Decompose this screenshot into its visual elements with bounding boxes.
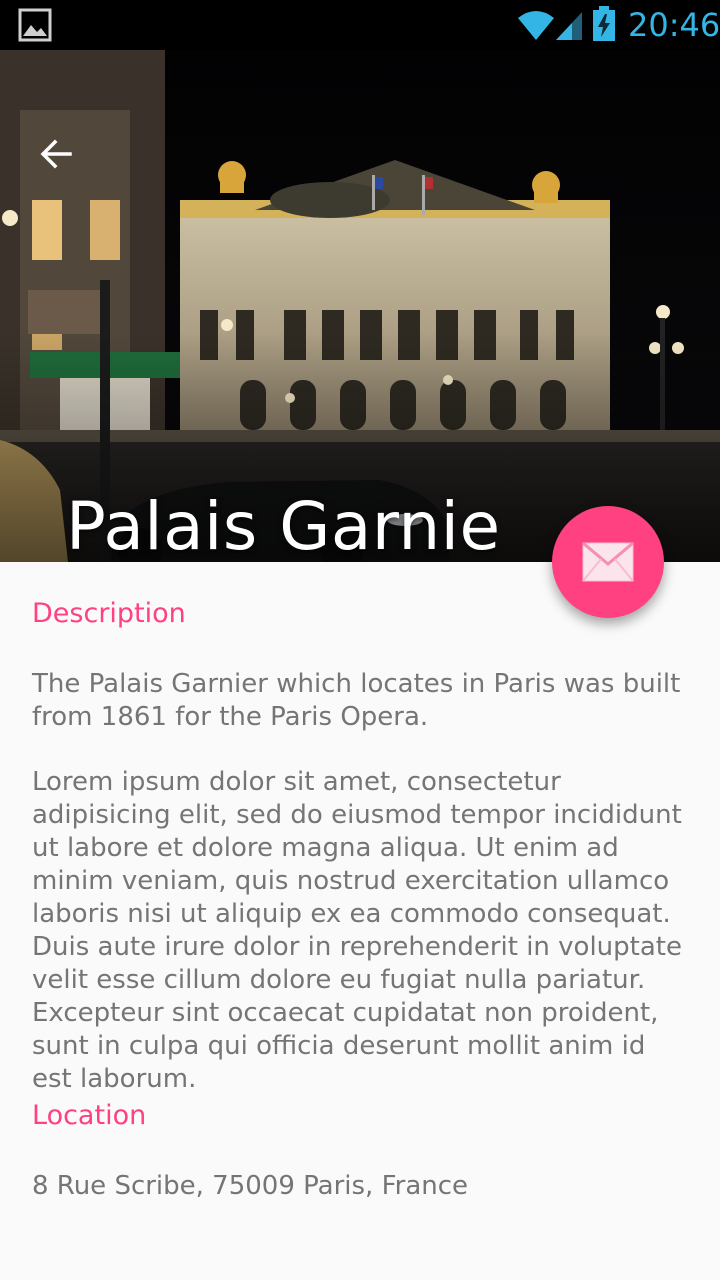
gallery-icon [18,8,52,42]
status-bar: 20:46 [0,0,720,50]
back-arrow-icon[interactable] [36,134,76,174]
page-title: Palais Garnie [66,488,501,562]
signal-icon [556,12,582,40]
wifi-icon [518,11,554,40]
header-image: Palais Garnie [0,50,720,562]
description-heading: Description [32,598,186,629]
location-address: 8 Rue Scribe, 75009 Paris, France [32,1171,469,1201]
description-paragraph-2: Lorem ipsum dolor sit amet, consectetur … [32,767,682,1094]
battery-charging-icon [593,6,615,41]
description-paragraph-1: The Palais Garnier which locates in Pari… [32,669,681,732]
location-heading: Location [32,1100,147,1131]
opera-house-photo [0,50,720,562]
status-time: 20:46 [628,6,720,44]
email-button[interactable] [552,506,664,618]
mail-icon [582,542,634,582]
